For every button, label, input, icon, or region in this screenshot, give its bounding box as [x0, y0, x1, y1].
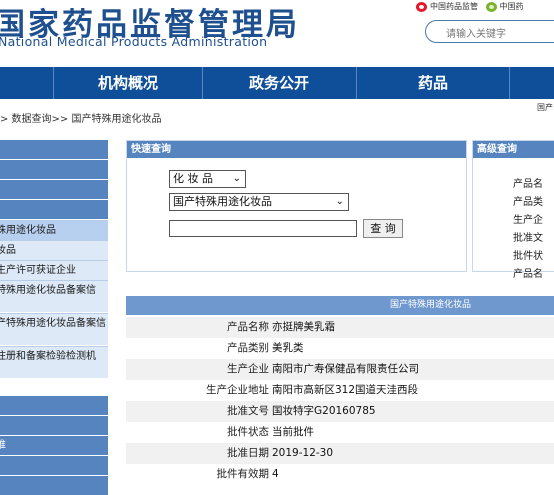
sidebar-item-label: 推 [0, 440, 6, 451]
sidebar-section-recommend[interactable]: 推 [0, 436, 108, 455]
advanced-search-panel: 高级查询 产品名 产品类 生产企 批准文 批件状 产品名 [472, 140, 554, 280]
sidebar-item-licensed-enterprises[interactable]: 生产许可获证企业 [0, 260, 108, 280]
site-header: 国家药品监督管理局 National Medical Products Admi… [0, 0, 554, 62]
row-value: 当前批件 [272, 426, 314, 438]
nav-item-organization[interactable]: 机构概况 [54, 67, 202, 99]
sidebar-item-label: 特殊用途化妆品备案信 [0, 285, 96, 296]
table-row: 批准日期 2019-12-30 [126, 443, 554, 464]
result-heading: 国产特殊用途化妆品 [126, 296, 554, 315]
wechat-link[interactable]: 中国药 [485, 1, 524, 12]
table-row: 批准文号 国妆特字G20160785 [126, 401, 554, 422]
sidebar-item-special-cosmetics[interactable]: 殊用途化妆品 [0, 220, 108, 240]
sidebar-section[interactable] [0, 476, 108, 495]
row-value: 亦挺牌美乳霜 [272, 321, 335, 333]
top-links: 中国药品监管 中国药 [416, 1, 529, 14]
subcategory-select-value: 国产特殊用途化妆品 [173, 195, 272, 208]
row-value: 南阳市广寿保健品有限责任公司 [272, 363, 419, 375]
sidebar-section[interactable] [0, 140, 108, 159]
sidebar-item-label: 生产许可获证企业 [0, 265, 76, 276]
sidebar-item-label: 注册和备案检验检测机 [0, 351, 96, 362]
sidebar-item-label: 妆品 [0, 245, 16, 256]
advanced-field-label: 批准文 [513, 233, 543, 244]
query-button[interactable]: 查 询 [363, 219, 403, 238]
sidebar-item-domestic-special-filing[interactable]: 产特殊用途化妆品备案信 [0, 313, 108, 345]
table-row: 批件状态 当前批件 [126, 422, 554, 443]
main-nav: 机构概况 政务公开 药品 [0, 67, 554, 99]
row-label: 生产企业 [227, 363, 269, 375]
row-label: 产品名称 [227, 321, 269, 333]
row-value: 美乳类 [272, 342, 304, 354]
quick-search-panel: 快速查询 化 妆 品 ⌄ 国产特殊用途化妆品 ⌄ 查 询 [126, 140, 467, 272]
weibo-link-label: 中国药品监管 [430, 2, 478, 11]
breadcrumb-right: 国产 [537, 103, 553, 112]
table-row: 批件有效期 4 [126, 464, 554, 485]
table-row: 产品名称 亦挺牌美乳霜 [126, 317, 554, 338]
row-value: 2019-12-30 [272, 447, 334, 459]
quick-search-heading: 快速查询 [127, 141, 466, 158]
table-row: 产品类别 美乳类 [126, 338, 554, 359]
advanced-field-label: 产品名 [513, 269, 543, 280]
advanced-field-label: 产品名 [513, 179, 543, 190]
subcategory-select[interactable]: 国产特殊用途化妆品 ⌄ [169, 193, 349, 211]
nav-divider [509, 67, 510, 99]
search-placeholder: 请输入关键字 [446, 29, 506, 40]
advanced-field-label: 批件状 [513, 251, 543, 262]
search-input[interactable]: 请输入关键字 [425, 20, 554, 43]
wechat-icon [485, 1, 497, 12]
chevron-down-icon: ⌄ [232, 173, 241, 184]
advanced-field-label: 生产企 [513, 215, 543, 226]
table-row: 生产企业 南阳市广寿保健品有限责任公司 [126, 359, 554, 380]
sidebar-section[interactable] [0, 180, 108, 199]
nav-item-drugs[interactable]: 药品 [357, 67, 509, 99]
sidebar-item-cosmetics[interactable]: 妆品 [0, 240, 108, 260]
row-value: 国妆特字G20160785 [272, 405, 376, 417]
row-label: 批件状态 [227, 426, 269, 438]
result-heading-label: 国产特殊用途化妆品 [390, 300, 472, 310]
row-label: 批准日期 [227, 447, 269, 459]
weibo-link[interactable]: 中国药品监管 [416, 1, 478, 12]
sidebar-item-special-filing[interactable]: 特殊用途化妆品备案信 [0, 280, 108, 312]
sidebar-section[interactable] [0, 456, 108, 475]
wechat-link-label: 中国药 [499, 2, 524, 11]
site-subtitle: National Medical Products Administration [0, 34, 268, 49]
category-select-value: 化 妆 品 [173, 172, 213, 185]
weibo-icon [416, 1, 427, 12]
quick-search-heading-label: 快速查询 [131, 144, 171, 155]
row-label: 批准文号 [227, 405, 269, 417]
row-label: 批件有效期 [216, 468, 270, 480]
advanced-search-heading: 高级查询 [473, 141, 554, 158]
sidebar-item-label: 产特殊用途化妆品备案信 [0, 318, 106, 329]
breadcrumb: > 数据查询>> 国产特殊用途化妆品 [0, 114, 162, 125]
sidebar-section[interactable] [0, 416, 108, 435]
sidebar-section[interactable] [0, 200, 108, 219]
row-label: 生产企业地址 [206, 384, 269, 396]
row-value: 南阳市高新区312国道天洼西段 [272, 384, 419, 396]
sidebar-section[interactable] [0, 160, 108, 179]
keyword-input[interactable] [169, 220, 357, 237]
advanced-search-heading-label: 高级查询 [477, 144, 517, 155]
sidebar-item-testing-agencies[interactable]: 注册和备案检验检测机 [0, 346, 108, 378]
row-label: 产品类别 [227, 342, 269, 354]
advanced-field-label: 产品类 [513, 197, 543, 208]
sidebar-section[interactable] [0, 396, 108, 415]
row-value: 4 [272, 468, 279, 480]
category-select[interactable]: 化 妆 品 ⌄ [169, 170, 246, 188]
nav-item-government-affairs[interactable]: 政务公开 [203, 67, 355, 99]
sidebar-item-label: 殊用途化妆品 [0, 225, 56, 236]
table-row: 生产企业地址 南阳市高新区312国道天洼西段 [126, 380, 554, 401]
chevron-down-icon: ⌄ [335, 196, 344, 207]
